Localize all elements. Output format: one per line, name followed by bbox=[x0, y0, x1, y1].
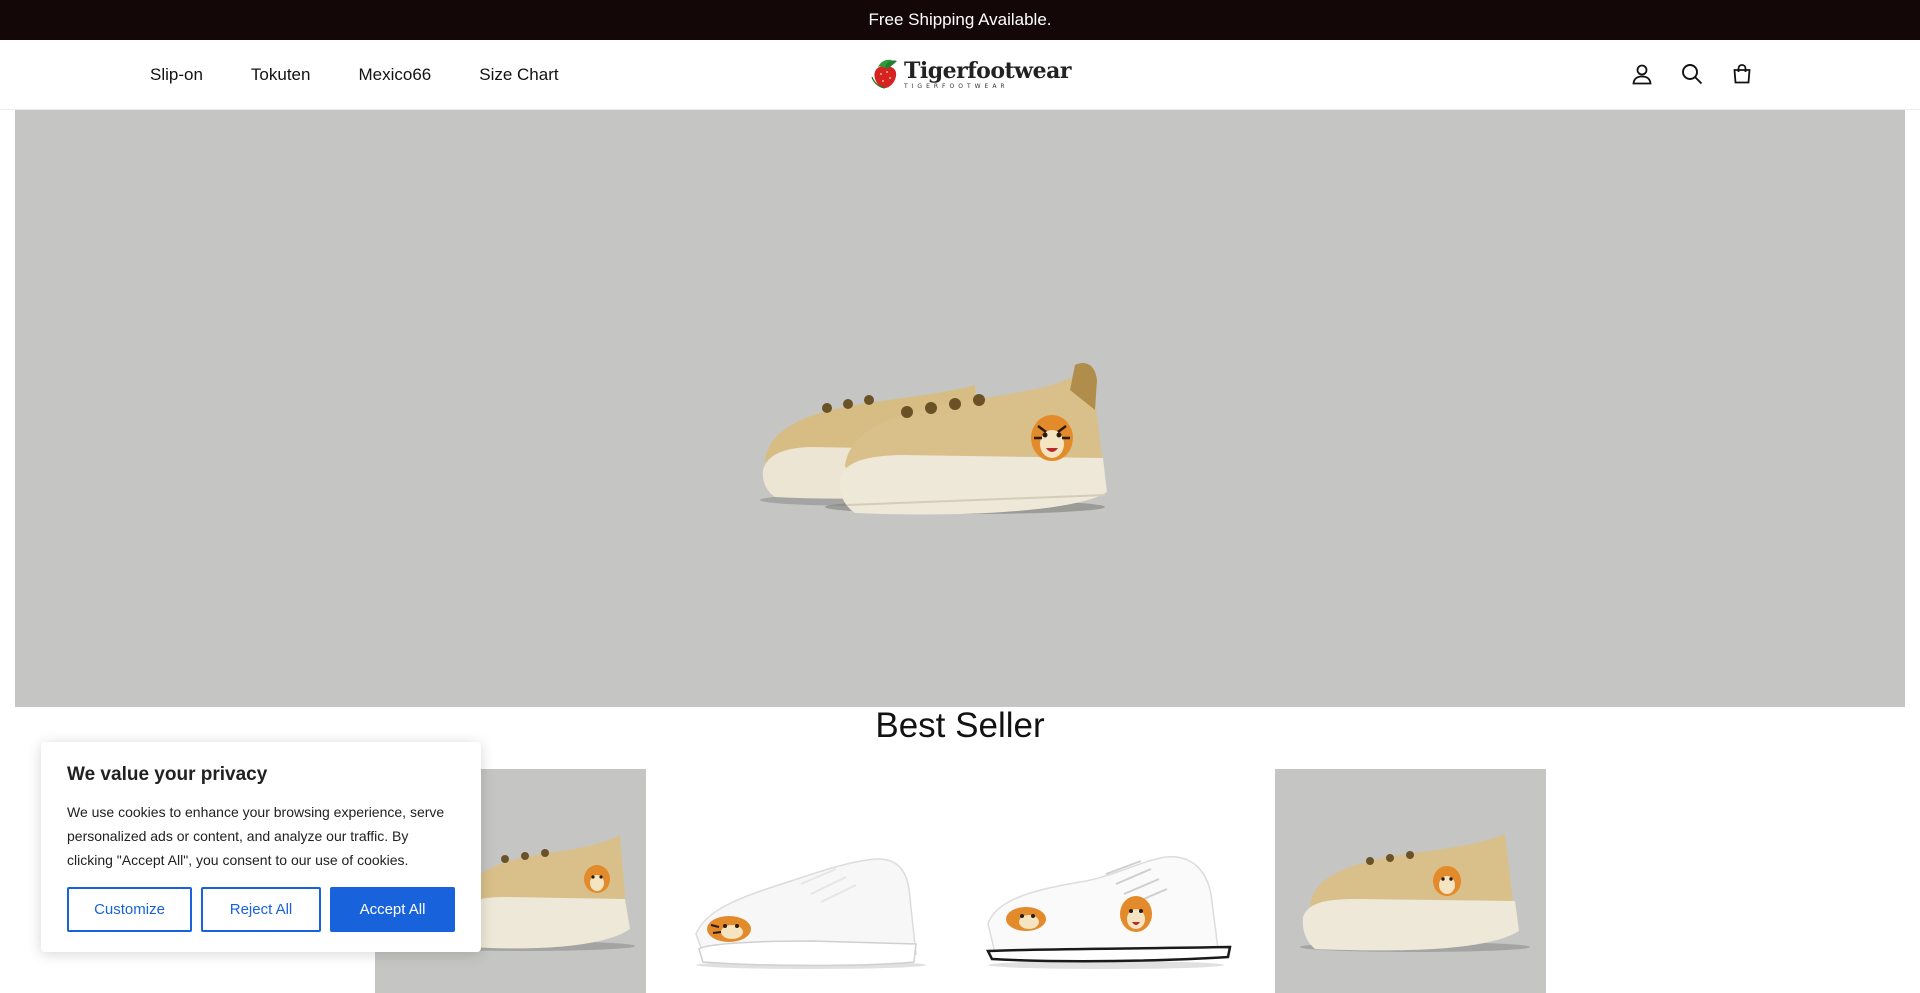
customize-button[interactable]: Customize bbox=[67, 887, 192, 932]
nav-mexico66[interactable]: Mexico66 bbox=[358, 65, 431, 85]
product-image-3 bbox=[986, 856, 1232, 969]
header-icons bbox=[1630, 62, 1754, 86]
main-nav: Slip-on Tokuten Mexico66 Size Chart bbox=[150, 40, 607, 110]
product-card-4[interactable] bbox=[1275, 769, 1546, 993]
product-card-2[interactable] bbox=[671, 769, 942, 993]
cookie-body: We use cookies to enhance your browsing … bbox=[67, 804, 445, 868]
search-icon[interactable] bbox=[1680, 62, 1704, 86]
nav-tokuten[interactable]: Tokuten bbox=[251, 65, 311, 85]
product-image-4 bbox=[1300, 834, 1530, 952]
nav-slip-on[interactable]: Slip-on bbox=[150, 65, 203, 85]
cart-icon[interactable] bbox=[1730, 62, 1754, 86]
logo-name: Tigerfootwear bbox=[904, 57, 1071, 84]
site-header: Slip-on Tokuten Mexico66 Size Chart Tige… bbox=[0, 40, 1920, 110]
reject-all-button[interactable]: Reject All bbox=[201, 887, 321, 932]
logo-tagline: TIGERFOOTWEAR bbox=[904, 82, 1009, 90]
hero-banner[interactable] bbox=[15, 110, 1905, 707]
product-image-2 bbox=[695, 858, 926, 969]
announcement-text: Free Shipping Available. bbox=[868, 10, 1052, 29]
strawberry-logo-icon bbox=[870, 57, 900, 94]
hero-sneakers-image bbox=[760, 362, 1107, 515]
nav-size-chart[interactable]: Size Chart bbox=[479, 65, 558, 85]
cookie-title: We value your privacy bbox=[67, 764, 268, 785]
account-icon[interactable] bbox=[1630, 62, 1654, 86]
cookie-buttons: Customize Reject All Accept All bbox=[67, 887, 455, 932]
cookie-consent-banner: We value your privacy We use cookies to … bbox=[41, 742, 481, 952]
announcement-bar: Free Shipping Available. bbox=[0, 0, 1920, 40]
product-card-3[interactable] bbox=[966, 769, 1237, 993]
site-logo[interactable]: Tigerfootwear TIGERFOOTWEAR bbox=[870, 57, 1071, 94]
accept-all-button[interactable]: Accept All bbox=[330, 887, 455, 932]
best-seller-title: Best Seller bbox=[875, 706, 1045, 745]
